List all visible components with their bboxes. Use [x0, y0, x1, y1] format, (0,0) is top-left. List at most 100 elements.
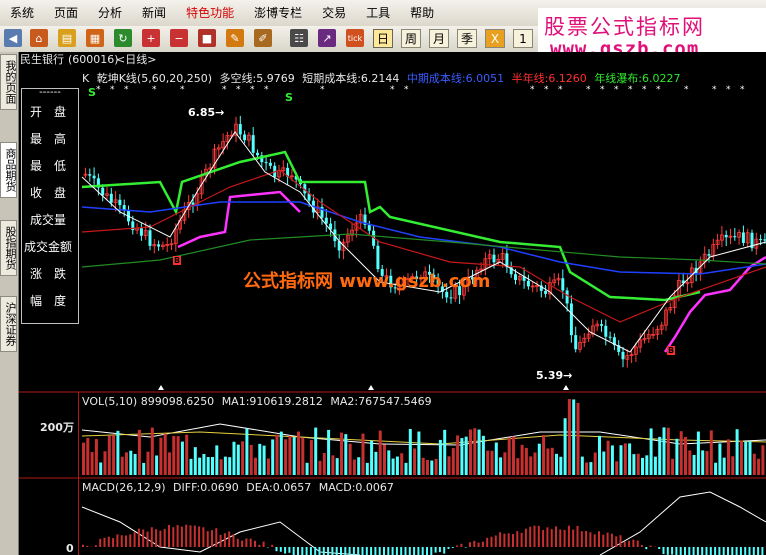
- macd-bar: [709, 547, 712, 555]
- period-quarter-button[interactable]: 季: [457, 29, 477, 48]
- window-icon[interactable]: ■: [198, 29, 216, 47]
- high-price-value: 6.85: [188, 106, 216, 119]
- chart-icon[interactable]: ↗: [318, 29, 336, 47]
- macd-bar: [168, 525, 170, 547]
- candle-body: [264, 162, 268, 164]
- volume-bar: [219, 459, 223, 475]
- tab-commodity-futures[interactable]: 商品期货: [0, 142, 17, 198]
- volume-bar: [757, 458, 761, 475]
- macd-bar: [116, 534, 119, 547]
- menu-item-2[interactable]: 分析: [88, 0, 132, 26]
- macd-bar: [232, 534, 235, 547]
- quote-icon[interactable]: ▦: [86, 29, 104, 47]
- volume-value: 899098.6250: [140, 395, 215, 408]
- refresh-icon[interactable]: ↻: [114, 29, 132, 47]
- volume-bar: [159, 437, 163, 475]
- menu-item-8[interactable]: 帮助: [400, 0, 444, 26]
- star-dot: *: [726, 85, 731, 95]
- volume-bar: [469, 429, 472, 475]
- volume-bar: [451, 448, 455, 475]
- open-icon[interactable]: ▤: [58, 29, 76, 47]
- macd-bar: [593, 534, 596, 547]
- macd-bar: [137, 528, 140, 547]
- macd-diff: DIFF:0.0690: [173, 481, 239, 494]
- tab-shanghai-shenzhen[interactable]: 沪深证券: [0, 296, 17, 352]
- menu-item-7[interactable]: 工具: [356, 0, 400, 26]
- macd-bar: [125, 535, 127, 547]
- volume-bar: [546, 448, 550, 475]
- macd-bar: [383, 547, 385, 555]
- zoom-out-icon[interactable]: −: [170, 29, 188, 47]
- macd-bar: [550, 529, 553, 547]
- macd-bar: [555, 526, 557, 547]
- volume-bar: [438, 439, 442, 475]
- volume-bar: [735, 429, 739, 475]
- back-icon[interactable]: ◀: [4, 29, 22, 47]
- period-month-button[interactable]: 月: [429, 29, 449, 48]
- macd-bar: [662, 547, 665, 555]
- volume-bar: [275, 434, 279, 475]
- macd-bar: [155, 529, 158, 547]
- menu-item-6[interactable]: 交易: [312, 0, 356, 26]
- tick-icon[interactable]: tick: [346, 29, 364, 47]
- brush-icon[interactable]: ✐: [254, 29, 272, 47]
- tab-index-futures[interactable]: 股指期货: [0, 220, 17, 276]
- candle-body: [256, 152, 259, 156]
- macd-bar: [610, 533, 613, 547]
- macd-bar: [142, 529, 145, 547]
- period-minute-button[interactable]: 1: [513, 29, 533, 48]
- stock-code: (600016): [68, 53, 119, 66]
- macd-bar: [658, 547, 661, 550]
- star-dot: *: [222, 85, 227, 95]
- macd-bar: [275, 547, 278, 552]
- macd-bar: [361, 547, 364, 555]
- stock-chart[interactable]: * * * * * * * * * * * * * * * * * * * * * * * * *: [0, 52, 766, 555]
- macd-bar: [327, 547, 330, 555]
- quote-close: 收 盘: [22, 180, 78, 207]
- volume-bar: [563, 418, 567, 475]
- macd-bar: [451, 547, 454, 548]
- volume-bar: [727, 439, 730, 475]
- macd-bar: [301, 547, 304, 555]
- volume-bar: [215, 445, 219, 475]
- volume-bar: [641, 457, 644, 475]
- candle-body: [157, 244, 161, 247]
- volume-bar: [146, 451, 150, 475]
- volume-axis-label: 200万: [40, 421, 74, 434]
- macd-bar: [129, 534, 132, 547]
- volume-bar: [576, 403, 580, 475]
- menu-item-0[interactable]: 系统: [0, 0, 44, 26]
- indicator-half-year: 半年线:6.1260: [511, 72, 587, 85]
- menu-item-1[interactable]: 页面: [44, 0, 88, 26]
- macd-bar: [322, 547, 325, 555]
- menu-item-3[interactable]: 新闻: [132, 0, 176, 26]
- home-icon[interactable]: ⌂: [30, 29, 48, 47]
- volume-bar: [99, 462, 103, 475]
- volume-bar: [658, 436, 662, 475]
- zoom-in-icon[interactable]: +: [142, 29, 160, 47]
- volume-bar: [374, 451, 378, 475]
- star-dot: *: [530, 85, 535, 95]
- macd-bar: [666, 547, 669, 555]
- volume-bar: [284, 439, 288, 475]
- volume-bar: [623, 443, 627, 475]
- period-day-button[interactable]: 日: [373, 29, 393, 48]
- table-icon[interactable]: ☷: [290, 29, 308, 47]
- volume-header: VOL(5,10) 899098.6250 MA1:910619.2812 MA…: [82, 395, 432, 408]
- period-week-button[interactable]: 周: [401, 29, 421, 48]
- volume-bar: [598, 435, 601, 475]
- star-dot: *: [124, 85, 129, 95]
- tab-my-page[interactable]: 我的页面: [0, 54, 17, 110]
- candle-body: [101, 187, 105, 196]
- star-dot: *: [628, 85, 633, 95]
- indicator-k-label: K: [82, 72, 90, 85]
- menu-item-4[interactable]: 特色功能: [176, 0, 244, 26]
- draw-icon[interactable]: ✎: [226, 29, 244, 47]
- volume-bar: [189, 458, 193, 475]
- menu-item-5[interactable]: 澎博专栏: [244, 0, 312, 26]
- macd-bar: [271, 544, 274, 547]
- close-period-button[interactable]: X: [485, 29, 505, 48]
- volume-bar: [744, 441, 748, 475]
- macd-bar: [279, 547, 282, 552]
- macd-bar: [615, 536, 618, 547]
